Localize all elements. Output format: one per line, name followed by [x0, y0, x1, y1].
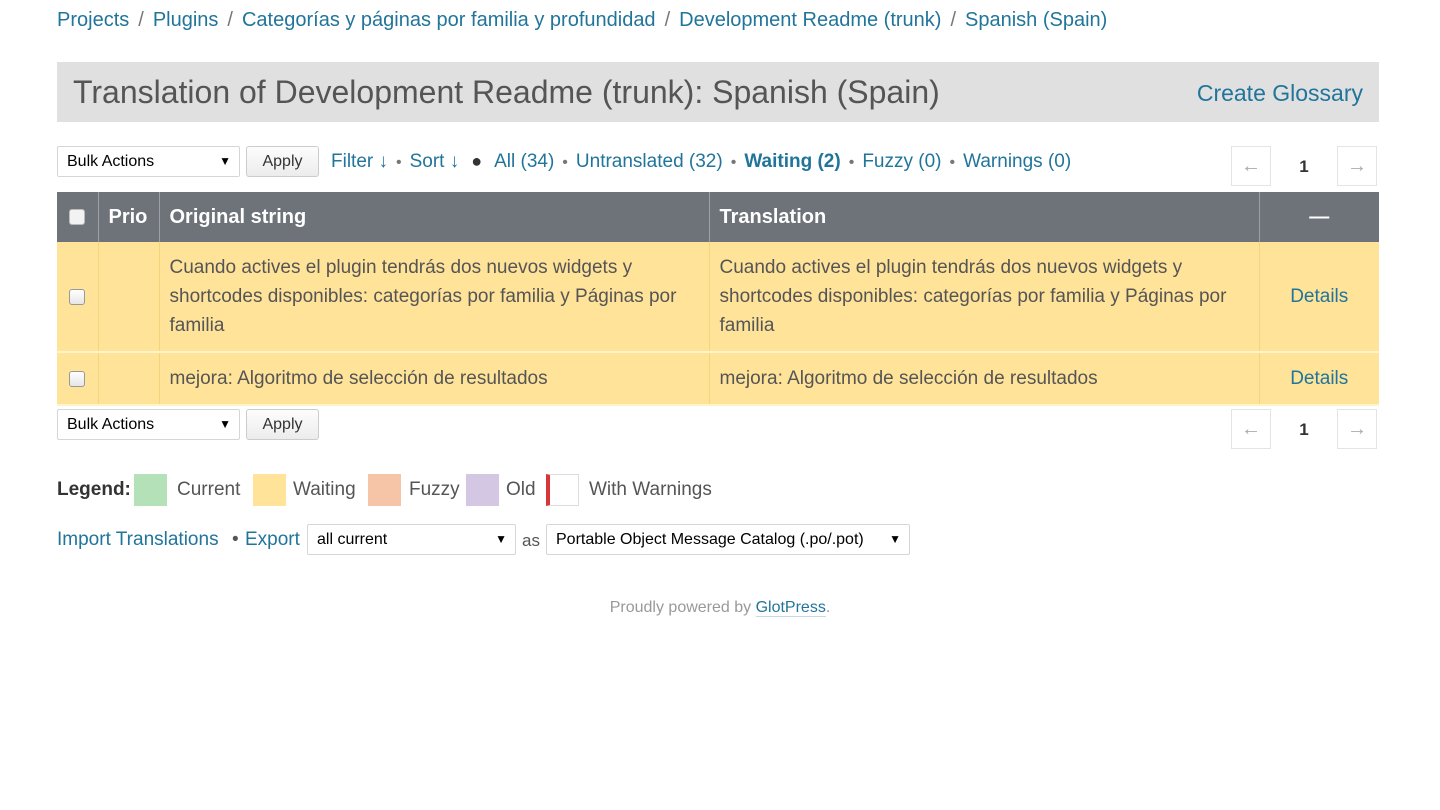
- legend-label: Legend:: [57, 479, 131, 500]
- details-link[interactable]: Details: [1290, 286, 1348, 307]
- table-row[interactable]: Cuando actives el plugin tendrás dos nue…: [57, 242, 1379, 353]
- bulk-actions-select[interactable]: Bulk Actions ▼: [57, 146, 240, 177]
- details-link[interactable]: Details: [1290, 368, 1348, 389]
- breadcrumb-project[interactable]: Categorías y páginas por familia y profu…: [242, 9, 656, 31]
- filter-untranslated[interactable]: Untranslated (32): [576, 151, 723, 172]
- next-page-icon[interactable]: →: [1337, 409, 1377, 449]
- prev-page-icon[interactable]: ←: [1231, 146, 1271, 186]
- filter-bar: Filter ↓ • Sort ↓ ● All (34) • Untranslated (3…: [331, 149, 1071, 175]
- separator-dot: •: [730, 154, 737, 171]
- export-what-select[interactable]: all current ▼: [307, 524, 516, 555]
- legend-item-waiting: Waiting: [293, 479, 356, 500]
- separator-dot: •: [396, 154, 402, 171]
- row-translation: mejora: Algoritmo de selección de result…: [709, 352, 1260, 406]
- breadcrumb-subproject[interactable]: Development Readme (trunk): [679, 9, 941, 31]
- legend-swatch-old: [466, 474, 499, 506]
- dropdown-arrow-icon: ▼: [889, 532, 901, 546]
- row-action-cell: Details: [1259, 352, 1379, 406]
- filter-all[interactable]: All (34): [494, 151, 554, 172]
- row-prio: [98, 242, 160, 353]
- dropdown-arrow-icon: ▼: [219, 417, 231, 431]
- legend-item-old: Old: [506, 479, 536, 500]
- dropdown-arrow-icon: ▼: [495, 532, 507, 546]
- legend-item-current: Current: [177, 479, 241, 500]
- glotpress-link[interactable]: GlotPress: [755, 599, 826, 617]
- legend-swatch-current: [134, 474, 167, 506]
- current-page: 1: [1299, 420, 1309, 439]
- legend-swatch-warnings: [546, 474, 579, 506]
- export-format-value: Portable Object Message Catalog (.po/.po…: [556, 531, 864, 548]
- column-translation[interactable]: Translation: [709, 192, 1260, 242]
- select-all-checkbox[interactable]: [69, 209, 86, 226]
- bulk-actions-value: Bulk Actions: [67, 153, 155, 170]
- row-checkbox[interactable]: [69, 370, 86, 387]
- row-original: Cuando actives el plugin tendrás dos nue…: [159, 242, 710, 353]
- bulk-actions-value: Bulk Actions: [67, 416, 155, 433]
- apply-button-bottom[interactable]: Apply: [246, 409, 319, 440]
- export-link[interactable]: Export: [245, 529, 300, 551]
- current-page: 1: [1299, 157, 1309, 176]
- breadcrumb-locale[interactable]: Spanish (Spain): [965, 9, 1107, 31]
- dropdown-arrow-icon: ▼: [219, 154, 231, 168]
- table-row[interactable]: mejora: Algoritmo de selección de result…: [57, 352, 1379, 406]
- column-original[interactable]: Original string: [159, 192, 710, 242]
- create-glossary-link[interactable]: Create Glossary: [1197, 78, 1363, 108]
- row-checkbox[interactable]: [69, 288, 86, 305]
- next-page-icon[interactable]: →: [1337, 146, 1377, 186]
- column-actions: —: [1259, 192, 1379, 242]
- export-format-select[interactable]: Portable Object Message Catalog (.po/.po…: [546, 524, 910, 555]
- filter-waiting-label: Waiting (2): [744, 151, 841, 172]
- legend-item-fuzzy: Fuzzy: [409, 479, 460, 500]
- breadcrumb: Projects / Plugins / Categorías y páginas po…: [57, 6, 1107, 34]
- table-header-row: Prio Original string Translation —: [57, 192, 1379, 242]
- separator-dot: •: [562, 154, 568, 171]
- export-what-value: all current: [317, 531, 388, 548]
- top-toolbar: Bulk Actions ▼ Apply Filter ↓ • Sort ↓ ● All…: [57, 146, 1379, 186]
- page-header: Translation of Development Readme (trunk…: [57, 62, 1379, 122]
- filter-fuzzy[interactable]: Fuzzy (0): [862, 151, 941, 172]
- legend-swatch-fuzzy: [368, 474, 401, 506]
- separator-bullet: ●: [471, 151, 483, 171]
- bottom-toolbar: Bulk Actions ▼ Apply ← 1 →: [57, 409, 1379, 449]
- export-as-label: as: [522, 531, 540, 550]
- legend-swatch-waiting: [253, 474, 286, 506]
- row-original: mejora: Algoritmo de selección de result…: [159, 352, 710, 406]
- breadcrumb-projects[interactable]: Projects: [57, 9, 129, 31]
- prev-page-icon[interactable]: ←: [1231, 409, 1271, 449]
- filter-waiting[interactable]: Waiting (2): [744, 151, 840, 172]
- breadcrumb-separator: /: [950, 9, 957, 31]
- separator-dot: •: [848, 154, 855, 171]
- row-select-cell: [57, 242, 99, 353]
- translations-table: Prio Original string Translation — Cuand…: [57, 192, 1379, 406]
- import-translations-link[interactable]: Import Translations: [57, 529, 219, 551]
- row-translation: Cuando actives el plugin tendrás dos nue…: [709, 242, 1260, 353]
- footer-text: Proudly powered by: [609, 599, 756, 616]
- breadcrumb-separator: /: [227, 9, 233, 31]
- breadcrumb-plugins[interactable]: Plugins: [153, 9, 219, 31]
- filter-warnings[interactable]: Warnings (0): [963, 151, 1071, 172]
- filter-toggle[interactable]: Filter ↓: [331, 151, 388, 172]
- footer-period: .: [825, 599, 831, 616]
- sort-toggle[interactable]: Sort ↓: [410, 151, 460, 172]
- row-action-cell: Details: [1259, 242, 1379, 353]
- breadcrumb-separator: /: [664, 9, 671, 31]
- select-all-cell: [57, 192, 99, 242]
- bulk-actions-select-bottom[interactable]: Bulk Actions ▼: [57, 409, 240, 440]
- separator-dot: •: [949, 154, 956, 171]
- row-select-cell: [57, 352, 99, 406]
- column-prio[interactable]: Prio: [98, 192, 160, 242]
- row-prio: [98, 352, 160, 406]
- breadcrumb-separator: /: [138, 9, 144, 31]
- apply-button[interactable]: Apply: [246, 146, 319, 177]
- page-title: Translation of Development Readme (trunk…: [73, 74, 940, 110]
- footer: Proudly powered by GlotPress.: [0, 599, 1440, 617]
- separator-dot: •: [232, 529, 239, 550]
- legend-item-warnings: With Warnings: [589, 479, 712, 500]
